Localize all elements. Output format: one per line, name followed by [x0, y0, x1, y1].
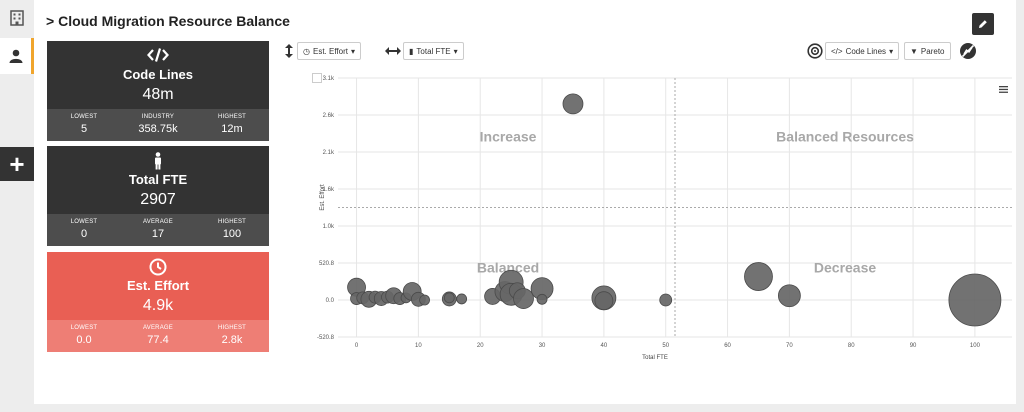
caret-down-icon: ▾: [889, 46, 894, 56]
bubble-point[interactable]: [513, 288, 534, 309]
edit-button[interactable]: [972, 13, 994, 35]
building-icon[interactable]: [0, 0, 34, 36]
clock-small-icon: ◷: [303, 46, 310, 56]
card-label: Code Lines: [122, 67, 194, 82]
no-chart-icon[interactable]: [958, 41, 978, 61]
target-icon[interactable]: [805, 41, 825, 61]
x-tick-label: 50: [662, 343, 669, 349]
card-code-lines[interactable]: Code Lines 48m LOWEST 5 INDUSTRY 358.75k H…: [47, 41, 269, 141]
stat-industry: INDUSTRY 358.75k: [138, 114, 178, 135]
x-tick-label: 70: [786, 343, 793, 349]
stat-lowest: LOWEST 0.0: [70, 325, 98, 346]
stat-highest: HIGHEST 2.8k: [217, 325, 247, 346]
x-tick-label: 100: [970, 343, 981, 349]
card-value: 4.9k: [142, 297, 174, 314]
bubble-point[interactable]: [744, 262, 773, 291]
horizontal-arrows-icon: [382, 41, 404, 61]
bubble-size-select[interactable]: </> Code Lines ▾: [825, 42, 900, 60]
main-panel: > Cloud Migration Resource Balance Code …: [34, 0, 1016, 404]
code-icon: [47, 47, 269, 63]
y-tick-label: 1.0k: [323, 224, 335, 230]
vertical-arrows-icon: [279, 41, 299, 61]
person-small-icon: ▮: [409, 46, 414, 56]
y-tick-label: 2.6k: [323, 113, 335, 119]
y-tick-label: 2.1k: [323, 150, 335, 156]
card-label: Est. Effort: [126, 278, 190, 293]
quadrant-label: Increase: [480, 129, 537, 145]
bubble-point[interactable]: [948, 273, 1002, 327]
y-tick-label: 0.0: [326, 298, 335, 304]
bubble-point[interactable]: [419, 294, 430, 306]
card-total-fte[interactable]: Total FTE 2907 LOWEST 0 AVERAGE 17 HIGHEST…: [47, 146, 269, 246]
card-est-effort[interactable]: Est. Effort 4.9k LOWEST 0.0 AVERAGE 77.4 H…: [47, 252, 269, 352]
x-tick-label: 40: [601, 343, 608, 349]
x-tick-label: 90: [910, 343, 917, 349]
stat-lowest: LOWEST 5: [70, 114, 98, 135]
bubble-point[interactable]: [562, 93, 584, 115]
bubble-point[interactable]: [456, 293, 468, 305]
y-tick-label: 520.8: [319, 261, 335, 267]
left-rail: +: [0, 0, 34, 412]
stat-average: AVERAGE 17: [143, 219, 173, 240]
code-small-icon: </>: [831, 46, 843, 56]
pareto-button[interactable]: ▼ Pareto: [904, 42, 951, 60]
x-axis-select[interactable]: ▮ Total FTE ▾: [403, 42, 464, 60]
stat-average: AVERAGE 77.4: [143, 325, 173, 346]
y-axis-title: Est. Effort: [320, 184, 326, 211]
y-tick-label: 3.1k: [323, 76, 335, 82]
y-tick-label: -520.8: [317, 335, 335, 341]
bubble-point[interactable]: [536, 293, 548, 305]
card-label: Total FTE: [128, 172, 188, 187]
caret-down-icon: ▾: [350, 46, 355, 56]
filter-icon: ▼: [910, 46, 918, 56]
stat-lowest: LOWEST 0: [70, 219, 98, 240]
caret-down-icon: ▾: [453, 46, 458, 56]
bubble-point[interactable]: [594, 291, 614, 311]
stat-highest: HIGHEST 12m: [217, 114, 247, 135]
x-tick-label: 80: [848, 343, 855, 349]
card-value: 2907: [140, 191, 176, 208]
person-icon: [47, 152, 269, 170]
chart-svg: -520.80.0520.81.0k1.6k2.1k2.6k3.1k0 10 20 3…: [317, 76, 1012, 361]
x-axis-title: Total FTE: [642, 355, 668, 361]
page-title: > Cloud Migration Resource Balance: [46, 13, 290, 29]
clock-icon: [47, 258, 269, 276]
quadrant-label: Decrease: [814, 259, 876, 275]
bubble-point[interactable]: [659, 293, 673, 307]
bubble-point[interactable]: [777, 284, 801, 308]
x-tick-label: 10: [415, 343, 422, 349]
y-axis-select[interactable]: ◷ Est. Effort ▾: [297, 42, 361, 60]
x-tick-label: 20: [477, 343, 484, 349]
chevron-right-icon[interactable]: >: [46, 13, 54, 29]
x-tick-label: 0: [355, 343, 359, 349]
x-tick-label: 30: [539, 343, 546, 349]
stat-highest: HIGHEST 100: [217, 219, 247, 240]
card-value: 48m: [142, 86, 174, 103]
user-icon[interactable]: [0, 38, 34, 74]
pencil-icon: [979, 20, 987, 28]
bubble-point[interactable]: [443, 292, 455, 304]
x-tick-label: 60: [724, 343, 731, 349]
quadrant-label: Balanced Resources: [776, 129, 914, 145]
bubble-chart: -520.8 0.0 520.8 1.0k 1.6k 2.1k 2.6k 3.1k 0 10 20 3…: [316, 74, 1016, 364]
add-button[interactable]: +: [0, 147, 34, 181]
